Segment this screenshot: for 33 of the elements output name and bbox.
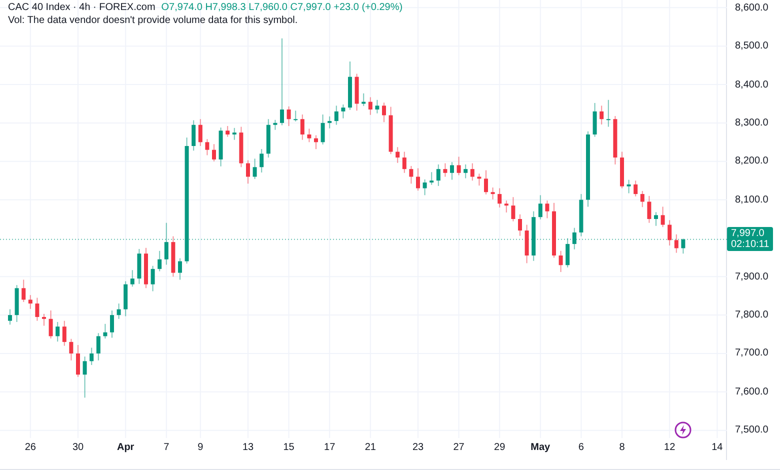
price-axis-label: 8,600.0 xyxy=(735,2,768,14)
volume-note: Vol: The data vendor doesn't provide volume data for this symbol. xyxy=(8,15,299,26)
current-price-tag: 7,997.0 02:10:11 xyxy=(727,227,774,252)
time-axis-label: 6 xyxy=(578,442,584,453)
time-axis-label: 17 xyxy=(324,442,336,453)
time-axis-label: 14 xyxy=(712,442,723,453)
time-axis-label: 27 xyxy=(453,442,464,453)
price-axis-label: 8,200.0 xyxy=(735,156,768,167)
time-axis-label: 13 xyxy=(242,442,254,453)
price-axis-label: 8,500.0 xyxy=(735,40,768,52)
ohlc-values: O7,974.0 H7,998.3 L7,960.0 C7,997.0 +23.0 (+0.29%) xyxy=(161,2,403,13)
time-axis-label: 8 xyxy=(619,442,625,453)
price-axis-label: 8,100.0 xyxy=(735,194,768,206)
time-axis-label: 9 xyxy=(198,442,204,453)
time-axis-label: 30 xyxy=(72,442,84,453)
symbol-title: CAC 40 Index · 4h · FOREX.com xyxy=(8,2,156,13)
time-axis-label: 26 xyxy=(24,442,36,453)
price-axis-label: 7,600.0 xyxy=(735,386,768,398)
time-axis-label: 12 xyxy=(664,442,676,453)
price-axis-label: 7,700.0 xyxy=(735,348,768,359)
time-axis-label: 15 xyxy=(283,442,294,453)
price-axis-label: 8,300.0 xyxy=(735,117,768,128)
time-axis-label: May xyxy=(530,442,550,453)
price-axis-label: 7,500.0 xyxy=(735,424,768,436)
time-axis-label: 7 xyxy=(164,442,170,453)
time-axis-label: Apr xyxy=(116,442,134,453)
price-axis-label: 8,400.0 xyxy=(735,79,768,90)
time-axis-label: 23 xyxy=(412,442,424,453)
time-axis-label: 21 xyxy=(364,442,376,453)
price-axis-label: 7,900.0 xyxy=(735,271,768,282)
lightning-icon[interactable] xyxy=(674,421,692,439)
time-axis-label: 29 xyxy=(494,442,506,453)
price-axis-label: 7,800.0 xyxy=(735,310,768,321)
